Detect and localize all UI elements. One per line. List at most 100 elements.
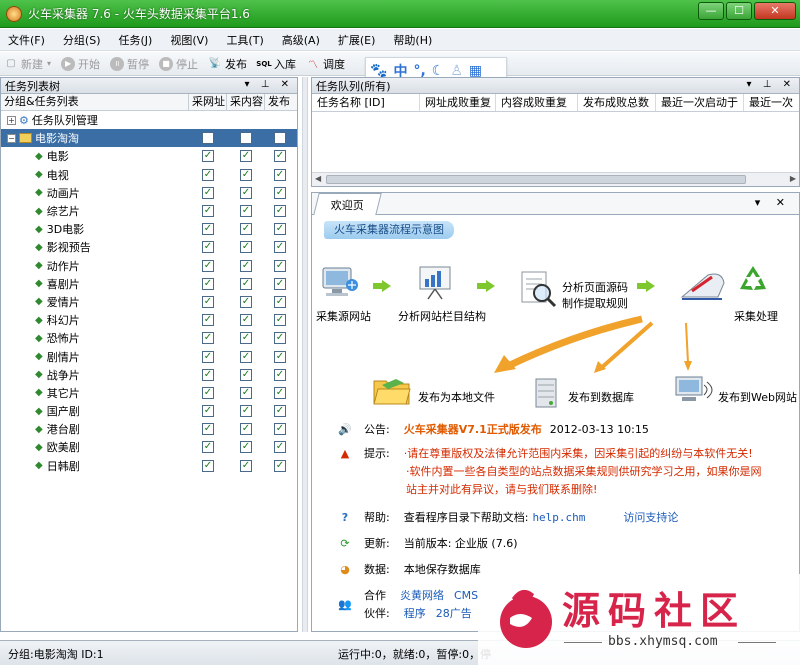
checkbox[interactable]: ✓ xyxy=(274,386,286,399)
checkbox[interactable]: ✓ xyxy=(240,150,252,163)
task-row[interactable]: ◆ 欧美剧 ✓ ✓ ✓ xyxy=(1,438,297,456)
checkbox[interactable]: ✓ xyxy=(202,259,214,272)
col-collect-content[interactable]: 采内容 xyxy=(227,94,265,110)
col-last[interactable]: 最近一次 xyxy=(744,94,799,111)
menu-help[interactable]: 帮助(H) xyxy=(393,32,432,48)
stop-button[interactable]: ■ 停止 xyxy=(159,56,198,72)
expand-icon[interactable]: + xyxy=(7,115,16,125)
checkbox[interactable]: ✓ xyxy=(274,186,286,199)
task-row[interactable]: ◆ 科幻片 ✓ ✓ ✓ xyxy=(1,311,297,329)
task-row[interactable]: ◆ 爱情片 ✓ ✓ ✓ xyxy=(1,293,297,311)
menu-file[interactable]: 文件(F) xyxy=(8,32,45,48)
checkbox[interactable]: ✓ xyxy=(202,368,214,381)
new-button[interactable]: ▢ 新建 ▾ xyxy=(4,56,51,72)
col-group-task[interactable]: 分组&任务列表 xyxy=(1,94,189,110)
checkbox[interactable]: ✓ xyxy=(274,441,286,454)
panel-controls[interactable]: ▾ ⊥ ✕ xyxy=(747,79,795,90)
checkbox[interactable]: ✓ xyxy=(274,350,286,363)
col-url-status[interactable]: 网址成败重复 xyxy=(420,94,496,111)
checkbox[interactable]: ✓ xyxy=(202,205,214,218)
menu-tools[interactable]: 工具(T) xyxy=(226,32,263,48)
tab-controls[interactable]: ▾ ✕ xyxy=(755,196,791,209)
task-row[interactable]: ◆ 战争片 ✓ ✓ ✓ xyxy=(1,366,297,384)
checkbox[interactable]: ✓ xyxy=(274,205,286,218)
col-content-status[interactable]: 内容成败重复 xyxy=(496,94,578,111)
checkbox[interactable]: ✓ xyxy=(274,150,286,163)
menu-view[interactable]: 视图(V) xyxy=(170,32,208,48)
checkbox[interactable]: ✓ xyxy=(202,423,214,436)
checkbox[interactable]: ✓ xyxy=(274,423,286,436)
tab-welcome[interactable]: 欢迎页 xyxy=(313,193,382,215)
checkbox[interactable]: ✓ xyxy=(240,405,252,418)
checkbox[interactable]: ✓ xyxy=(202,386,214,399)
checkbox[interactable]: ✓ xyxy=(240,259,252,272)
checkbox[interactable]: ✓ xyxy=(274,295,286,308)
checkbox[interactable]: ✓ xyxy=(240,168,252,181)
menu-extend[interactable]: 扩展(E) xyxy=(338,32,376,48)
task-row[interactable]: ◆ 电视 ✓ ✓ ✓ xyxy=(1,166,297,184)
minimize-button[interactable]: — xyxy=(698,2,724,20)
checkbox[interactable]: ✓ xyxy=(240,295,252,308)
col-task-name[interactable]: 任务名称 [ID] xyxy=(312,94,420,111)
checkbox[interactable]: ✓ xyxy=(240,241,252,254)
pause-button[interactable]: ॥ 暂停 xyxy=(110,56,149,72)
checkbox[interactable]: ✓ xyxy=(202,241,214,254)
maximize-button[interactable]: ☐ xyxy=(726,2,752,20)
schedule-button[interactable]: 〽 调度 xyxy=(306,56,345,72)
checkbox[interactable]: ✓ xyxy=(202,350,214,363)
task-row[interactable]: ◆ 3D电影 ✓ ✓ ✓ xyxy=(1,220,297,238)
checkbox[interactable]: ✓ xyxy=(274,223,286,236)
checkbox[interactable]: ✓ xyxy=(240,423,252,436)
checkbox[interactable]: ✓ xyxy=(240,441,252,454)
col-collect-url[interactable]: 采网址 xyxy=(189,94,227,110)
start-button[interactable]: ▶ 开始 xyxy=(61,56,100,72)
scroll-thumb[interactable] xyxy=(326,175,746,184)
checkbox[interactable]: ✓ xyxy=(240,186,252,199)
checkbox[interactable]: ✓ xyxy=(240,350,252,363)
checkbox[interactable]: ✓ xyxy=(202,441,214,454)
task-row[interactable]: ◆ 日韩剧 ✓ ✓ ✓ xyxy=(1,457,297,475)
checkbox[interactable]: ✓ xyxy=(202,332,214,345)
task-row[interactable]: ◆ 影视预告 ✓ ✓ ✓ xyxy=(1,238,297,256)
import-button[interactable]: SQL 入库 xyxy=(256,56,296,72)
task-row[interactable]: ◆ 其它片 ✓ ✓ ✓ xyxy=(1,384,297,402)
checkbox[interactable]: ✓ xyxy=(202,295,214,308)
task-row[interactable]: ◆ 港台剧 ✓ ✓ ✓ xyxy=(1,420,297,438)
task-row[interactable]: ◆ 综艺片 ✓ ✓ ✓ xyxy=(1,202,297,220)
checkbox[interactable]: ✓ xyxy=(274,259,286,272)
checkbox[interactable]: ✓ xyxy=(202,150,214,163)
checkbox[interactable] xyxy=(202,132,214,145)
checkbox[interactable]: ✓ xyxy=(274,241,286,254)
publish-button[interactable]: 📡 发布 xyxy=(208,56,247,72)
checkbox[interactable] xyxy=(274,132,286,145)
tree-node-group[interactable]: − 电影淘淘 xyxy=(1,129,297,148)
task-row[interactable]: ◆ 喜剧片 ✓ ✓ ✓ xyxy=(1,275,297,293)
splitter[interactable] xyxy=(302,77,308,632)
horizontal-scrollbar[interactable]: ◀ ▶ xyxy=(312,172,799,186)
checkbox[interactable]: ✓ xyxy=(202,223,214,236)
col-last-start[interactable]: 最近一次启动于 xyxy=(656,94,744,111)
checkbox[interactable]: ✓ xyxy=(202,314,214,327)
checkbox[interactable]: ✓ xyxy=(240,386,252,399)
task-row[interactable]: ◆ 剧情片 ✓ ✓ ✓ xyxy=(1,347,297,365)
col-publish[interactable]: 发布 xyxy=(265,94,295,110)
tree-node-queue[interactable]: + ⚙ 任务队列管理 xyxy=(1,111,297,129)
panel-controls[interactable]: ▾ ⊥ ✕ xyxy=(245,79,293,90)
checkbox[interactable]: ✓ xyxy=(240,314,252,327)
checkbox[interactable]: ✓ xyxy=(274,314,286,327)
task-row[interactable]: ◆ 恐怖片 ✓ ✓ ✓ xyxy=(1,329,297,347)
checkbox[interactable]: ✓ xyxy=(274,459,286,472)
help-file-link[interactable]: help.chm xyxy=(532,511,585,524)
checkbox[interactable]: ✓ xyxy=(240,368,252,381)
task-row[interactable]: ◆ 动作片 ✓ ✓ ✓ xyxy=(1,257,297,275)
menu-advanced[interactable]: 高级(A) xyxy=(282,32,320,48)
checkbox[interactable]: ✓ xyxy=(240,459,252,472)
collapse-icon[interactable]: − xyxy=(7,133,16,143)
menu-task[interactable]: 任务(J) xyxy=(119,32,153,48)
checkbox[interactable]: ✓ xyxy=(274,405,286,418)
checkbox[interactable]: ✓ xyxy=(240,205,252,218)
partner-link-2[interactable]: CMS xyxy=(454,589,478,602)
checkbox[interactable]: ✓ xyxy=(202,277,214,290)
checkbox[interactable]: ✓ xyxy=(202,405,214,418)
checkbox[interactable] xyxy=(240,132,252,145)
